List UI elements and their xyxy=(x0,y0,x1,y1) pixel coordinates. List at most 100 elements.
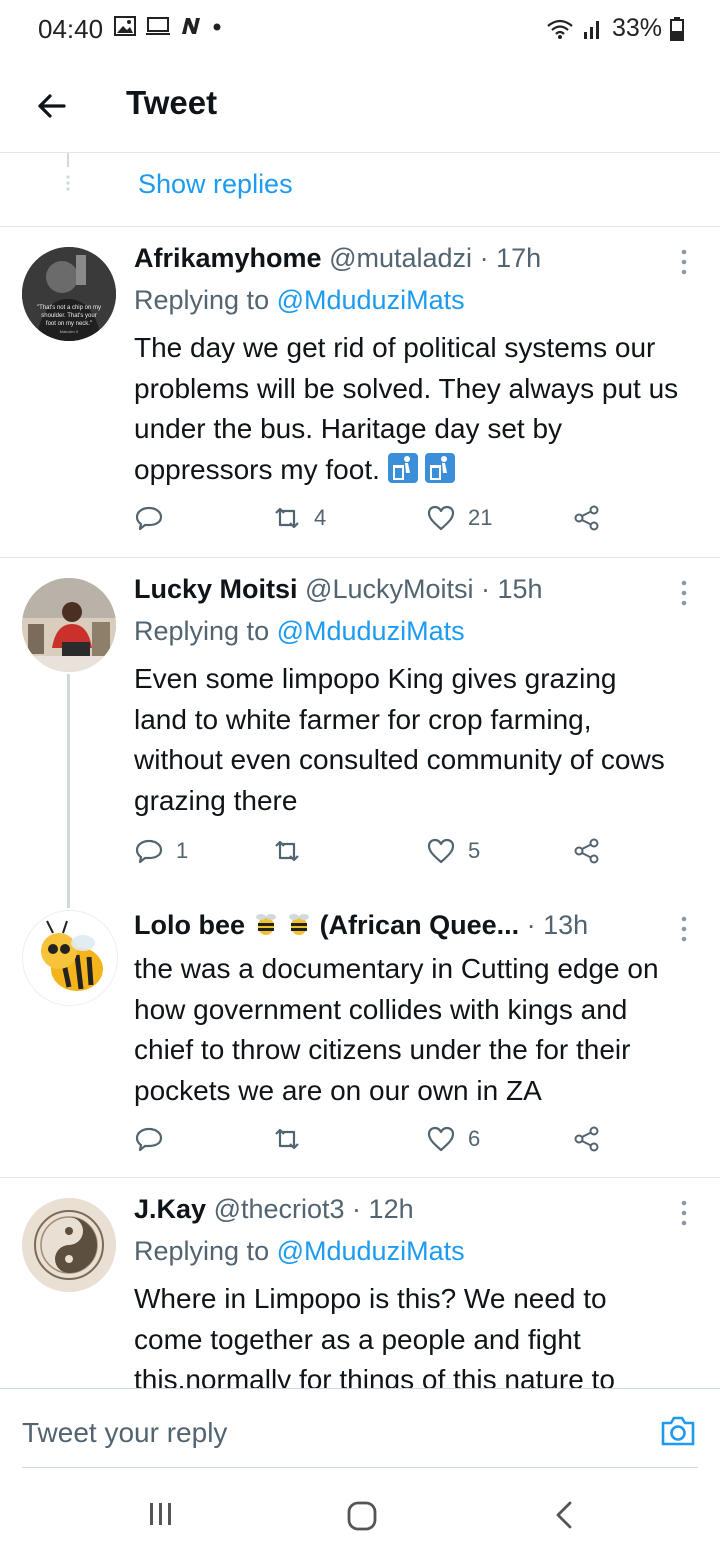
svg-text:Malcolm X: Malcolm X xyxy=(60,329,79,334)
reply-underline xyxy=(22,1467,698,1468)
avatar-photo xyxy=(22,578,116,672)
reply-icon xyxy=(135,506,163,531)
heart-icon xyxy=(427,505,455,531)
battery-icon xyxy=(670,16,684,41)
litter-bin-icon xyxy=(425,453,456,484)
arrow-left-icon[interactable] xyxy=(30,84,74,128)
camera-icon[interactable] xyxy=(658,1411,698,1451)
gallery-icon xyxy=(114,16,136,36)
avatar-photo: "That's not a chip on my shoulder. That'… xyxy=(22,247,116,341)
tweet-time: 12h xyxy=(368,1194,414,1224)
replying-to: Replying to @MduduziMats xyxy=(134,285,465,315)
tweet-header: J.Kay @thecriot3 · 12h xyxy=(134,1194,666,1225)
show-replies-row: Show replies xyxy=(0,153,720,227)
tweet-text: The day we get rid of political systems … xyxy=(134,332,679,485)
more-options-icon[interactable] xyxy=(674,1198,694,1228)
share-button[interactable] xyxy=(572,836,602,866)
signal-icon xyxy=(583,20,599,39)
more-options-icon[interactable] xyxy=(674,914,694,944)
system-nav-bar xyxy=(0,1469,720,1560)
author-name[interactable]: Lucky Moitsi xyxy=(134,574,298,604)
litter-bin-icon xyxy=(387,453,418,484)
tweet-text: Even some limpopo King gives grazing lan… xyxy=(134,663,665,816)
avatar[interactable]: "That's not a chip on my shoulder. That'… xyxy=(22,247,116,341)
home-icon[interactable] xyxy=(345,1499,379,1533)
avatar[interactable] xyxy=(22,1198,116,1292)
svg-text:shoulder. That's your: shoulder. That's your xyxy=(41,313,96,319)
author-handle[interactable]: @mutaladzi xyxy=(329,243,472,273)
tweet-item[interactable]: Lolo bee (African Quee... · 13h the was … xyxy=(0,890,720,1176)
share-icon xyxy=(574,1126,599,1152)
svg-text:foot on my neck.": foot on my neck." xyxy=(46,321,92,327)
screen-icon xyxy=(146,17,170,35)
avatar-photo xyxy=(23,911,117,1005)
author-handle[interactable]: @LuckyMoitsi xyxy=(305,574,473,604)
bee-icon xyxy=(289,913,310,935)
avatar-photo xyxy=(22,1198,116,1292)
dot-icon xyxy=(213,23,221,31)
thread-connector xyxy=(66,153,70,191)
heart-icon xyxy=(427,838,455,864)
status-time: 04:40 xyxy=(38,14,104,44)
reply-icon xyxy=(135,839,163,864)
like-button[interactable]: 5 xyxy=(426,836,480,866)
avatar[interactable] xyxy=(22,578,116,672)
tweet-actions: 1 5 xyxy=(134,836,614,876)
tweet-header: Lucky Moitsi @LuckyMoitsi · 15h xyxy=(134,574,666,605)
retweet-icon xyxy=(275,840,299,862)
author-handle[interactable]: @thecriot3 xyxy=(214,1194,345,1224)
avatar[interactable] xyxy=(22,910,118,1006)
show-replies-link[interactable]: Show replies xyxy=(138,169,293,200)
author-name-suffix[interactable]: (African Quee... xyxy=(320,910,520,940)
reply-icon xyxy=(135,1127,163,1152)
replying-to-handle[interactable]: @MduduziMats xyxy=(277,1236,465,1266)
author-name[interactable]: J.Kay xyxy=(134,1194,206,1224)
tweet-actions: 4 21 xyxy=(134,503,614,543)
retweet-button[interactable]: 4 xyxy=(272,503,326,533)
retweet-icon xyxy=(275,507,299,529)
separator-dot: · xyxy=(473,574,498,604)
reply-button[interactable] xyxy=(134,1124,176,1154)
retweet-button[interactable] xyxy=(272,1124,314,1154)
share-button[interactable] xyxy=(572,503,602,533)
tweet-header: Afrikamyhome @mutaladzi · 17h xyxy=(134,243,666,274)
like-button[interactable]: 21 xyxy=(426,503,492,533)
retweet-button[interactable] xyxy=(272,836,314,866)
more-options-icon[interactable] xyxy=(674,247,694,277)
svg-text:"That's not a chip on my: "That's not a chip on my xyxy=(37,305,101,311)
status-bar: 04:40 33% xyxy=(0,0,720,60)
replying-to: Replying to @MduduziMats xyxy=(134,1236,465,1266)
wifi-icon xyxy=(547,19,573,39)
tweet-reply-input[interactable]: Tweet your reply xyxy=(22,1417,227,1449)
reply-button[interactable] xyxy=(134,503,176,533)
back-icon[interactable] xyxy=(552,1499,578,1531)
battery-level: 33% xyxy=(611,14,662,42)
author-name[interactable]: Afrikamyhome xyxy=(134,243,322,273)
share-button[interactable] xyxy=(572,1124,602,1154)
tweet-text: Where in Limpopo is this? We need to com… xyxy=(134,1283,615,1388)
like-button[interactable]: 6 xyxy=(426,1124,480,1154)
tweet-item[interactable]: "That's not a chip on my shoulder. That'… xyxy=(0,227,720,557)
tweet-item[interactable]: Lucky Moitsi @LuckyMoitsi · 15h Replying… xyxy=(0,558,720,878)
separator-dot: · xyxy=(472,243,497,273)
share-icon xyxy=(574,838,599,864)
separator-dot: · xyxy=(344,1194,369,1224)
replying-to-handle[interactable]: @MduduziMats xyxy=(277,285,465,315)
retweet-icon xyxy=(275,1128,299,1150)
replying-to-handle[interactable]: @MduduziMats xyxy=(277,616,465,646)
tweet-time: 15h xyxy=(497,574,543,604)
page-title: Tweet xyxy=(126,84,218,121)
share-icon xyxy=(574,505,599,531)
tweet-item[interactable]: J.Kay @thecriot3 · 12h Replying to @Mdud… xyxy=(0,1178,720,1388)
tweet-header: Lolo bee (African Quee... · 13h xyxy=(134,910,666,941)
top-bar: Tweet xyxy=(0,60,720,153)
author-name[interactable]: Lolo bee xyxy=(134,910,245,940)
reply-button[interactable]: 1 xyxy=(134,836,188,866)
reply-bar: Tweet your reply xyxy=(0,1388,720,1469)
more-options-icon[interactable] xyxy=(674,578,694,608)
replying-to: Replying to @MduduziMats xyxy=(134,616,465,646)
tweet-time: 13h xyxy=(543,910,589,940)
recent-apps-icon[interactable] xyxy=(146,1499,176,1529)
heart-icon xyxy=(427,1126,455,1152)
tweet-actions: 6 xyxy=(134,1124,614,1164)
